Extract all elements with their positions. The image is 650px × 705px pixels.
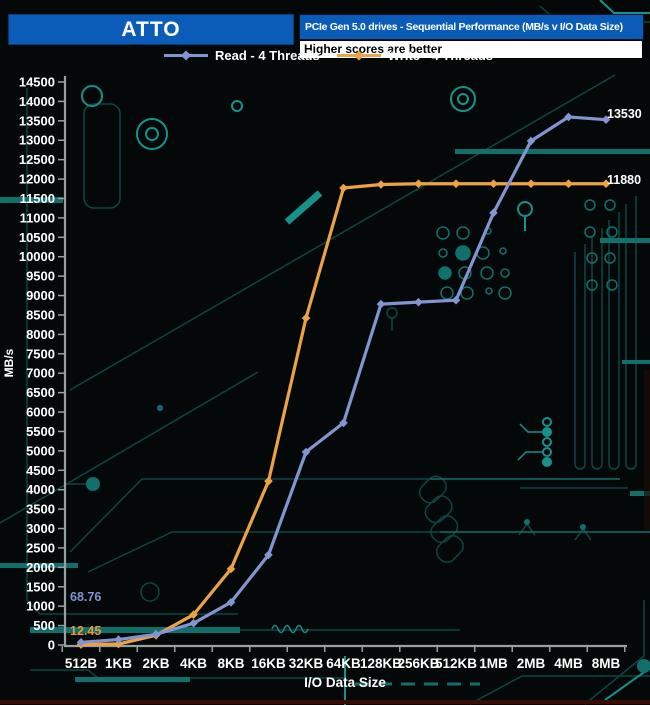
- y-tick-label: 12000: [19, 172, 55, 187]
- y-tick-label: 5500: [26, 424, 55, 439]
- y-tick-label: 8500: [26, 307, 55, 322]
- y-tick-label: 10000: [19, 249, 55, 264]
- performance-line-chart: 0 500 1000 1500 2000 2500 3000 3500 4000 4500 5000…: [0, 0, 650, 705]
- y-tick-label: 500: [33, 618, 55, 633]
- atto-benchmark-screenshot: ATTO PCIe Gen 5.0 drives - Sequential Pe…: [0, 0, 650, 705]
- y-tick-label: 6500: [26, 385, 55, 400]
- data-point-marker: [302, 314, 311, 323]
- x-tick-label: 4KB: [180, 656, 207, 671]
- x-tick-label: 256KB: [397, 656, 439, 671]
- point-value-label: 13530: [607, 107, 642, 121]
- y-tick-label: 13500: [19, 113, 55, 128]
- x-tick-label: 128KB: [360, 656, 402, 671]
- y-tick-label: 4000: [26, 482, 55, 497]
- y-tick-label: 3500: [26, 502, 55, 517]
- bottom-accent-strip: [0, 700, 650, 704]
- x-tick-label: 2KB: [142, 656, 169, 671]
- y-tick-label: 9000: [26, 288, 55, 303]
- point-value-label: 12.45: [70, 624, 101, 638]
- y-tick-label: 4500: [26, 463, 55, 478]
- point-value-label: 11880: [607, 173, 641, 187]
- y-tick-label: 11000: [20, 210, 55, 225]
- y-axis-title: MB/s: [2, 348, 16, 377]
- x-tick-label: 1MB: [479, 656, 508, 671]
- y-tick-label: 6000: [26, 405, 55, 420]
- data-point-marker: [414, 179, 423, 188]
- point-value-label: 68.76: [70, 590, 101, 604]
- y-tick-label: 1500: [26, 579, 55, 594]
- data-point-marker: [414, 298, 423, 307]
- y-tick-label: 7000: [26, 366, 55, 381]
- series-line-read: [81, 117, 606, 642]
- x-tick-label: 16KB: [251, 656, 286, 671]
- y-tick-label: 12500: [19, 152, 55, 167]
- y-tick-label: 10500: [19, 230, 55, 245]
- series-line-write: [81, 184, 606, 645]
- y-tick-label: 2500: [26, 540, 55, 555]
- y-tick-label: 7500: [26, 346, 55, 361]
- y-tick-label: 14000: [19, 94, 55, 109]
- y-tick-label: 9500: [26, 269, 55, 284]
- x-tick-label: 512B: [65, 656, 98, 671]
- data-point-marker: [377, 180, 386, 189]
- data-point-marker: [377, 300, 386, 309]
- data-point-marker: [339, 184, 348, 193]
- y-tick-label: 11500: [20, 191, 55, 206]
- x-tick-label: 4MB: [554, 656, 583, 671]
- y-tick-label: 0: [48, 638, 55, 653]
- data-point-marker: [527, 179, 536, 188]
- x-tick-label: 2MB: [517, 656, 546, 671]
- y-tick-label: 2000: [26, 560, 55, 575]
- x-axis-title: I/O Data Size: [304, 675, 386, 690]
- y-tick-label: 1000: [26, 599, 55, 614]
- data-point-marker: [564, 179, 573, 188]
- y-tick-label: 5000: [26, 443, 55, 458]
- y-tick-label: 8000: [26, 327, 55, 342]
- x-tick-label: 8KB: [217, 656, 244, 671]
- data-point-marker: [452, 179, 461, 188]
- data-point-marker: [489, 179, 498, 188]
- x-tick-label: 8MB: [592, 656, 621, 671]
- x-tick-label: 1KB: [105, 656, 132, 671]
- y-tick-label: 3000: [26, 521, 55, 536]
- x-tick-label: 512KB: [435, 656, 477, 671]
- y-tick-label: 13000: [19, 133, 55, 148]
- x-tick-label: 32KB: [289, 656, 324, 671]
- x-tick-label: 64KB: [326, 656, 361, 671]
- y-tick-label: 14500: [19, 75, 55, 90]
